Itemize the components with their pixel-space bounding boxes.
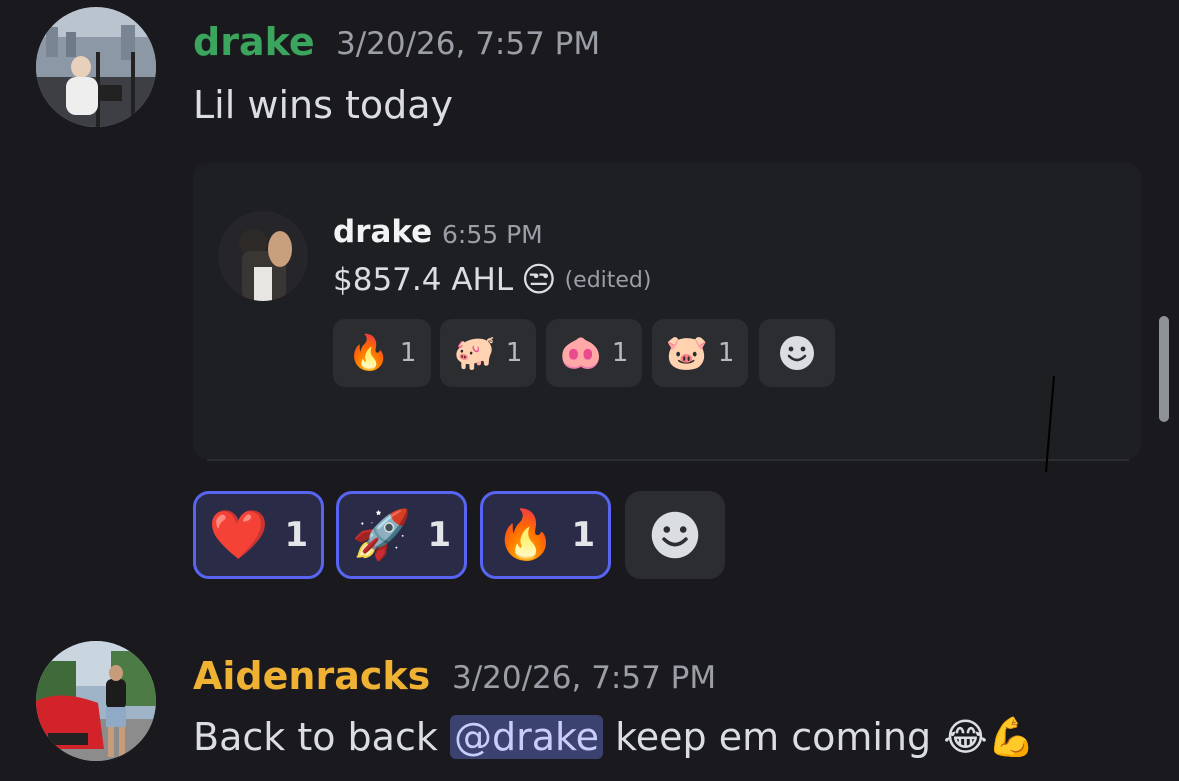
forwarded-username[interactable]: drake [333,214,432,250]
message-text-start: Back to back [193,715,438,759]
message-text-end: keep em coming [615,715,932,759]
smiley-add-reaction-icon [780,336,814,370]
reaction-count: 1 [611,338,629,368]
scrollbar-thumb[interactable] [1159,316,1169,422]
divider [207,459,1129,461]
avatar-aidenracks[interactable] [36,641,156,761]
reaction-count: 1 [284,515,309,555]
avatar-drake-forwarded[interactable] [218,211,308,301]
reaction-fire[interactable]: 🔥 1 [333,319,431,387]
fire-emoji: 🔥 [495,507,556,563]
reaction-pig[interactable]: 🐖 1 [440,319,536,387]
stray-line-mark [1045,375,1055,473]
reaction-fire[interactable]: 🔥 1 [480,491,611,579]
reaction-count: 1 [571,515,596,555]
smiley-add-reaction-icon [651,511,699,559]
forwarded-message-card[interactable] [193,163,1141,459]
avatar-drake[interactable] [36,7,156,127]
laughing-flexed-biceps-emoji: 😂💪 [943,715,1035,759]
reaction-count: 1 [717,338,735,368]
message-text: Lil wins today [193,83,454,127]
pig-emoji: 🐖 [453,333,496,373]
pig-face-emoji: 🐷 [665,333,708,373]
reaction-count: 1 [427,515,452,555]
pig-nose-emoji: 🐽 [559,333,602,373]
message-text: Back to back @drake keep em coming 😂💪 [193,715,1035,759]
fire-emoji: 🔥 [347,333,390,373]
unamused-face-emoji: 😒 [521,260,557,300]
timestamp: 3/20/26, 7:57 PM [336,26,601,62]
reaction-heart[interactable]: ❤️ 1 [193,491,324,579]
reaction-pig-nose[interactable]: 🐽 1 [546,319,642,387]
username[interactable]: Aidenracks [193,657,430,695]
user-mention[interactable]: @drake [449,715,604,759]
reaction-rocket[interactable]: 🚀 1 [336,491,467,579]
forwarded-message-text: $857.4 AHL [333,262,514,298]
timestamp: 3/20/26, 7:57 PM [452,660,717,696]
reaction-count: 1 [505,338,523,368]
add-reaction-button[interactable] [759,319,835,387]
add-reaction-button[interactable] [625,491,725,579]
forwarded-timestamp: 6:55 PM [442,220,543,249]
heart-emoji: ❤️ [208,507,269,563]
rocket-emoji: 🚀 [351,507,412,563]
reaction-count: 1 [399,338,417,368]
edited-label: (edited) [564,267,652,293]
username[interactable]: drake [193,23,315,61]
reaction-pig-face[interactable]: 🐷 1 [652,319,748,387]
